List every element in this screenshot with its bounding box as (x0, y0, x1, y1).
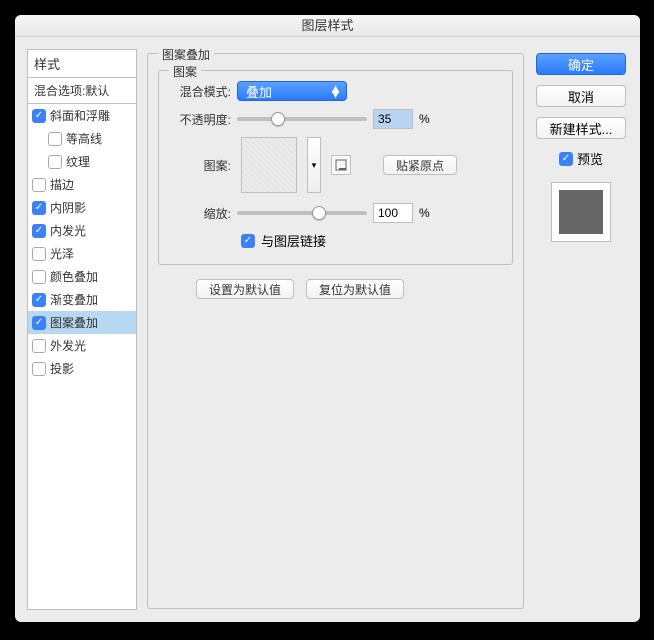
style-item[interactable]: 等高线 (28, 127, 136, 150)
section-title: 图案叠加 (158, 46, 214, 63)
style-checkbox[interactable] (32, 316, 46, 330)
blend-mode-value: 叠加 (246, 82, 272, 101)
style-item[interactable]: 外发光 (28, 334, 136, 357)
preview-swatch (559, 190, 603, 234)
style-checkbox[interactable] (32, 362, 46, 376)
blend-mode-select[interactable]: 叠加 ▲▼ (237, 81, 347, 101)
style-item-label: 外发光 (50, 337, 86, 354)
style-checkbox[interactable] (32, 201, 46, 215)
style-item[interactable]: 斜面和浮雕 (28, 104, 136, 127)
scale-slider-thumb[interactable] (312, 206, 326, 220)
percent-label: % (419, 206, 430, 220)
styles-panel: 样式 混合选项:默认 斜面和浮雕等高线纹理描边内阴影内发光光泽颜色叠加渐变叠加图… (27, 49, 137, 610)
opacity-input[interactable] (373, 109, 413, 129)
make-default-button[interactable]: 设置为默认值 (196, 279, 294, 299)
style-item[interactable]: 图案叠加 (28, 311, 136, 334)
style-checkbox[interactable] (32, 224, 46, 238)
preview-row: 预览 (559, 149, 603, 168)
dialog-window: 图层样式 样式 混合选项:默认 斜面和浮雕等高线纹理描边内阴影内发光光泽颜色叠加… (15, 15, 640, 622)
titlebar: 图层样式 (15, 15, 640, 37)
blend-options-header[interactable]: 混合选项:默认 (28, 78, 136, 104)
style-item-label: 等高线 (66, 130, 102, 147)
style-checkbox[interactable] (32, 270, 46, 284)
pattern-swatch[interactable] (241, 137, 297, 193)
styles-header[interactable]: 样式 (28, 50, 136, 78)
pattern-overlay-section: 图案叠加 图案 混合模式: 叠加 ▲▼ 不透明度: (147, 53, 524, 609)
scale-slider[interactable] (237, 211, 367, 215)
style-item[interactable]: 渐变叠加 (28, 288, 136, 311)
style-item-label: 图案叠加 (50, 314, 98, 331)
style-item-label: 颜色叠加 (50, 268, 98, 285)
pattern-row: 图案: ▾ 贴紧原点 (171, 137, 500, 193)
style-item-label: 投影 (50, 360, 74, 377)
chevron-updown-icon: ▲▼ (329, 86, 342, 96)
opacity-label: 不透明度: (171, 111, 231, 128)
style-checkbox[interactable] (32, 247, 46, 261)
style-item-label: 纹理 (66, 153, 90, 170)
link-row: 与图层链接 (241, 231, 500, 250)
ok-button[interactable]: 确定 (536, 53, 626, 75)
opacity-slider[interactable] (237, 117, 367, 121)
reset-default-button[interactable]: 复位为默认值 (306, 279, 404, 299)
preview-checkbox[interactable] (559, 152, 573, 166)
style-item-label: 光泽 (50, 245, 74, 262)
blend-mode-row: 混合模式: 叠加 ▲▼ (171, 81, 500, 101)
style-checkbox[interactable] (48, 155, 62, 169)
window-title: 图层样式 (301, 18, 353, 33)
new-style-button[interactable]: 新建样式... (536, 117, 626, 139)
pattern-dropdown-button[interactable]: ▾ (307, 137, 321, 193)
scale-label: 缩放: (171, 205, 231, 222)
style-checkbox[interactable] (48, 132, 62, 146)
preview-box (551, 182, 611, 242)
style-item[interactable]: 纹理 (28, 150, 136, 173)
style-item[interactable]: 光泽 (28, 242, 136, 265)
pattern-label: 图案: (171, 157, 231, 174)
snap-origin-button[interactable]: 贴紧原点 (383, 155, 457, 175)
style-item[interactable]: 颜色叠加 (28, 265, 136, 288)
action-panel: 确定 取消 新建样式... 预览 (534, 49, 628, 610)
new-preset-button[interactable] (331, 155, 351, 175)
scale-row: 缩放: % (171, 203, 500, 223)
defaults-buttons: 设置为默认值 复位为默认值 (196, 279, 513, 299)
main-panel: 图案叠加 图案 混合模式: 叠加 ▲▼ 不透明度: (147, 49, 524, 610)
new-preset-icon (335, 159, 347, 171)
style-item-label: 内阴影 (50, 199, 86, 216)
style-list: 斜面和浮雕等高线纹理描边内阴影内发光光泽颜色叠加渐变叠加图案叠加外发光投影 (28, 104, 136, 609)
style-item[interactable]: 内发光 (28, 219, 136, 242)
content: 样式 混合选项:默认 斜面和浮雕等高线纹理描边内阴影内发光光泽颜色叠加渐变叠加图… (15, 37, 640, 622)
style-checkbox[interactable] (32, 109, 46, 123)
link-with-layer-checkbox[interactable] (241, 234, 255, 248)
blend-mode-label: 混合模式: (171, 83, 231, 100)
preview-label: 预览 (577, 149, 603, 168)
scale-input[interactable] (373, 203, 413, 223)
style-item[interactable]: 描边 (28, 173, 136, 196)
style-checkbox[interactable] (32, 293, 46, 307)
style-item-label: 描边 (50, 176, 74, 193)
cancel-button[interactable]: 取消 (536, 85, 626, 107)
style-checkbox[interactable] (32, 178, 46, 192)
style-item[interactable]: 内阴影 (28, 196, 136, 219)
opacity-row: 不透明度: % (171, 109, 500, 129)
opacity-slider-thumb[interactable] (271, 112, 285, 126)
pattern-group: 图案 混合模式: 叠加 ▲▼ 不透明度: (158, 70, 513, 265)
style-item-label: 渐变叠加 (50, 291, 98, 308)
style-item[interactable]: 投影 (28, 357, 136, 380)
style-item-label: 斜面和浮雕 (50, 107, 110, 124)
link-with-layer-label: 与图层链接 (261, 231, 326, 250)
style-item-label: 内发光 (50, 222, 86, 239)
group-title: 图案 (169, 63, 201, 80)
percent-label: % (419, 112, 430, 126)
style-checkbox[interactable] (32, 339, 46, 353)
